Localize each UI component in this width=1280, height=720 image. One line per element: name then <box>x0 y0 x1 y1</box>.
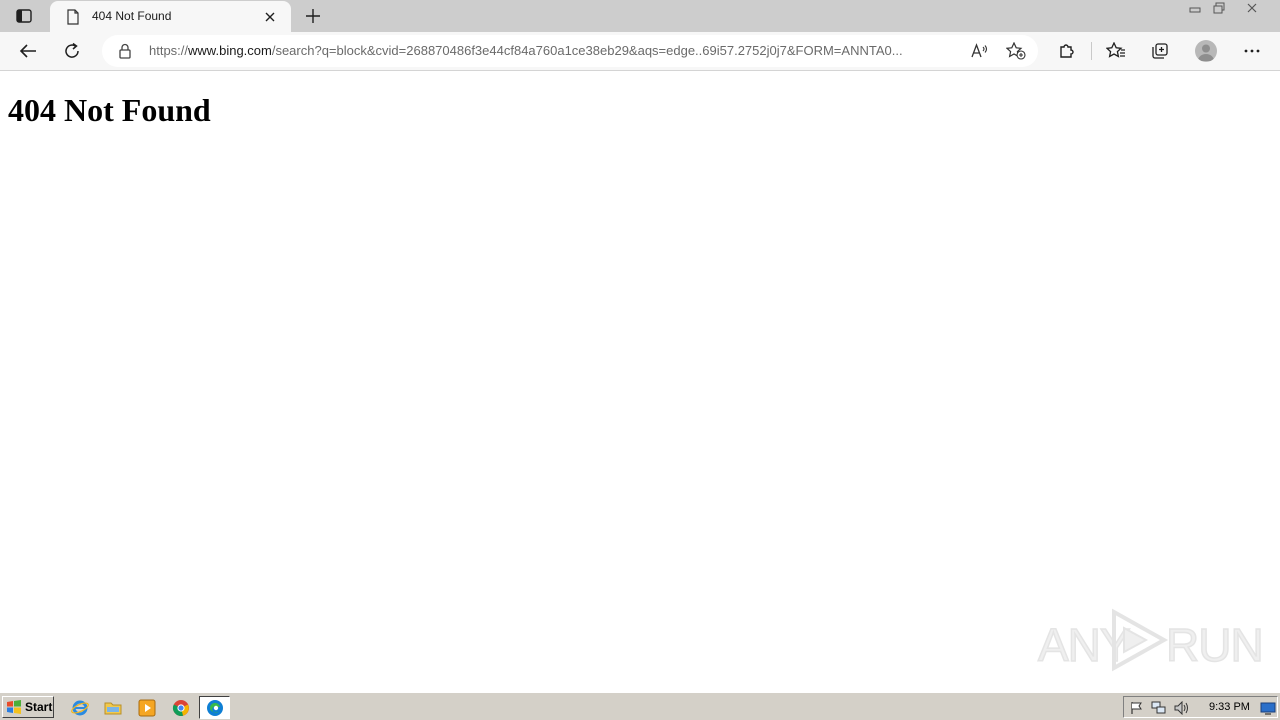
tab-bar: 404 Not Found <box>0 0 1280 32</box>
minimize-icon <box>1189 7 1201 13</box>
profile-silhouette-icon <box>1198 44 1214 61</box>
folder-icon <box>104 702 122 715</box>
taskbar-clock[interactable]: 9:33 PM <box>1209 701 1250 713</box>
network-tray-button[interactable] <box>1151 700 1167 716</box>
add-favorite-icon <box>1006 42 1026 60</box>
page-heading: 404 Not Found <box>8 92 211 128</box>
browser-toolbar: https://www.bing.com/search?q=block&cvid… <box>0 32 1280 71</box>
minimize-button[interactable] <box>1184 0 1206 16</box>
start-button[interactable]: Start <box>2 696 54 718</box>
chrome-button[interactable] <box>171 698 191 718</box>
media-player-button[interactable] <box>137 698 157 718</box>
add-favorite-button[interactable] <box>1003 39 1029 63</box>
read-aloud-button[interactable] <box>968 39 992 63</box>
window-close-button[interactable] <box>1232 0 1272 16</box>
windows-logo-icon <box>7 700 21 714</box>
internet-explorer-icon <box>71 700 89 716</box>
favorites-button[interactable] <box>1101 37 1131 65</box>
chrome-icon <box>173 700 189 716</box>
refresh-button[interactable] <box>57 37 87 65</box>
show-desktop-button[interactable] <box>1260 700 1276 716</box>
collections-button[interactable] <box>1145 37 1175 65</box>
anyrun-watermark: ANY RUN <box>1036 604 1264 674</box>
extensions-button[interactable] <box>1052 37 1082 65</box>
favorites-star-icon <box>1106 42 1125 58</box>
edge-taskbar-button[interactable] <box>199 696 230 719</box>
refresh-icon <box>65 42 79 58</box>
url-host: www.bing.com <box>188 43 272 58</box>
collections-icon <box>1152 43 1168 59</box>
tab-actions-icon <box>16 9 32 23</box>
flag-icon <box>1131 702 1142 714</box>
volume-tray-button[interactable] <box>1174 700 1190 716</box>
edge-icon <box>206 699 223 716</box>
play-logo-icon <box>1112 608 1169 672</box>
tab-close-button[interactable] <box>261 8 279 26</box>
page-content: 404 Not Found <box>0 71 1280 692</box>
desktop-icon <box>1260 702 1276 715</box>
read-aloud-icon <box>971 43 988 58</box>
close-window-icon <box>1247 3 1257 13</box>
more-dots-icon <box>1244 49 1260 53</box>
start-label: Start <box>25 700 53 714</box>
puzzle-icon <box>1060 44 1074 58</box>
close-icon <box>265 12 275 22</box>
volume-icon <box>1174 701 1188 715</box>
taskbar: Start 9:33 PM <box>0 692 1280 720</box>
back-arrow-icon <box>19 44 36 58</box>
settings-menu-button[interactable] <box>1237 37 1267 65</box>
network-icon <box>1151 701 1166 714</box>
active-tab[interactable]: 404 Not Found <box>50 1 291 32</box>
restore-icon <box>1213 2 1225 14</box>
lock-icon[interactable] <box>118 43 132 59</box>
toolbar-separator <box>1091 42 1092 60</box>
tab-actions-button[interactable] <box>10 4 38 28</box>
explorer-button[interactable] <box>103 698 123 718</box>
system-tray: 9:33 PM <box>1123 696 1278 718</box>
tab-title: 404 Not Found <box>92 9 172 23</box>
new-tab-button[interactable] <box>301 4 325 28</box>
page-icon <box>67 9 79 25</box>
restore-button[interactable] <box>1208 0 1230 16</box>
url-path: /search?q=block&cvid=268870486f3e44cf84a… <box>271 43 903 58</box>
url-scheme: https:// <box>149 43 189 58</box>
internet-explorer-button[interactable] <box>70 698 90 718</box>
back-button[interactable] <box>13 37 43 65</box>
watermark-text-right: RUN <box>1165 618 1264 672</box>
plus-icon <box>306 9 320 23</box>
action-center-button[interactable] <box>1129 700 1145 716</box>
address-bar[interactable]: https://www.bing.com/search?q=block&cvid… <box>102 35 1038 67</box>
profile-avatar-icon[interactable] <box>1195 40 1217 62</box>
media-player-icon <box>138 699 156 717</box>
address-url[interactable]: https://www.bing.com/search?q=block&cvid… <box>149 43 961 58</box>
